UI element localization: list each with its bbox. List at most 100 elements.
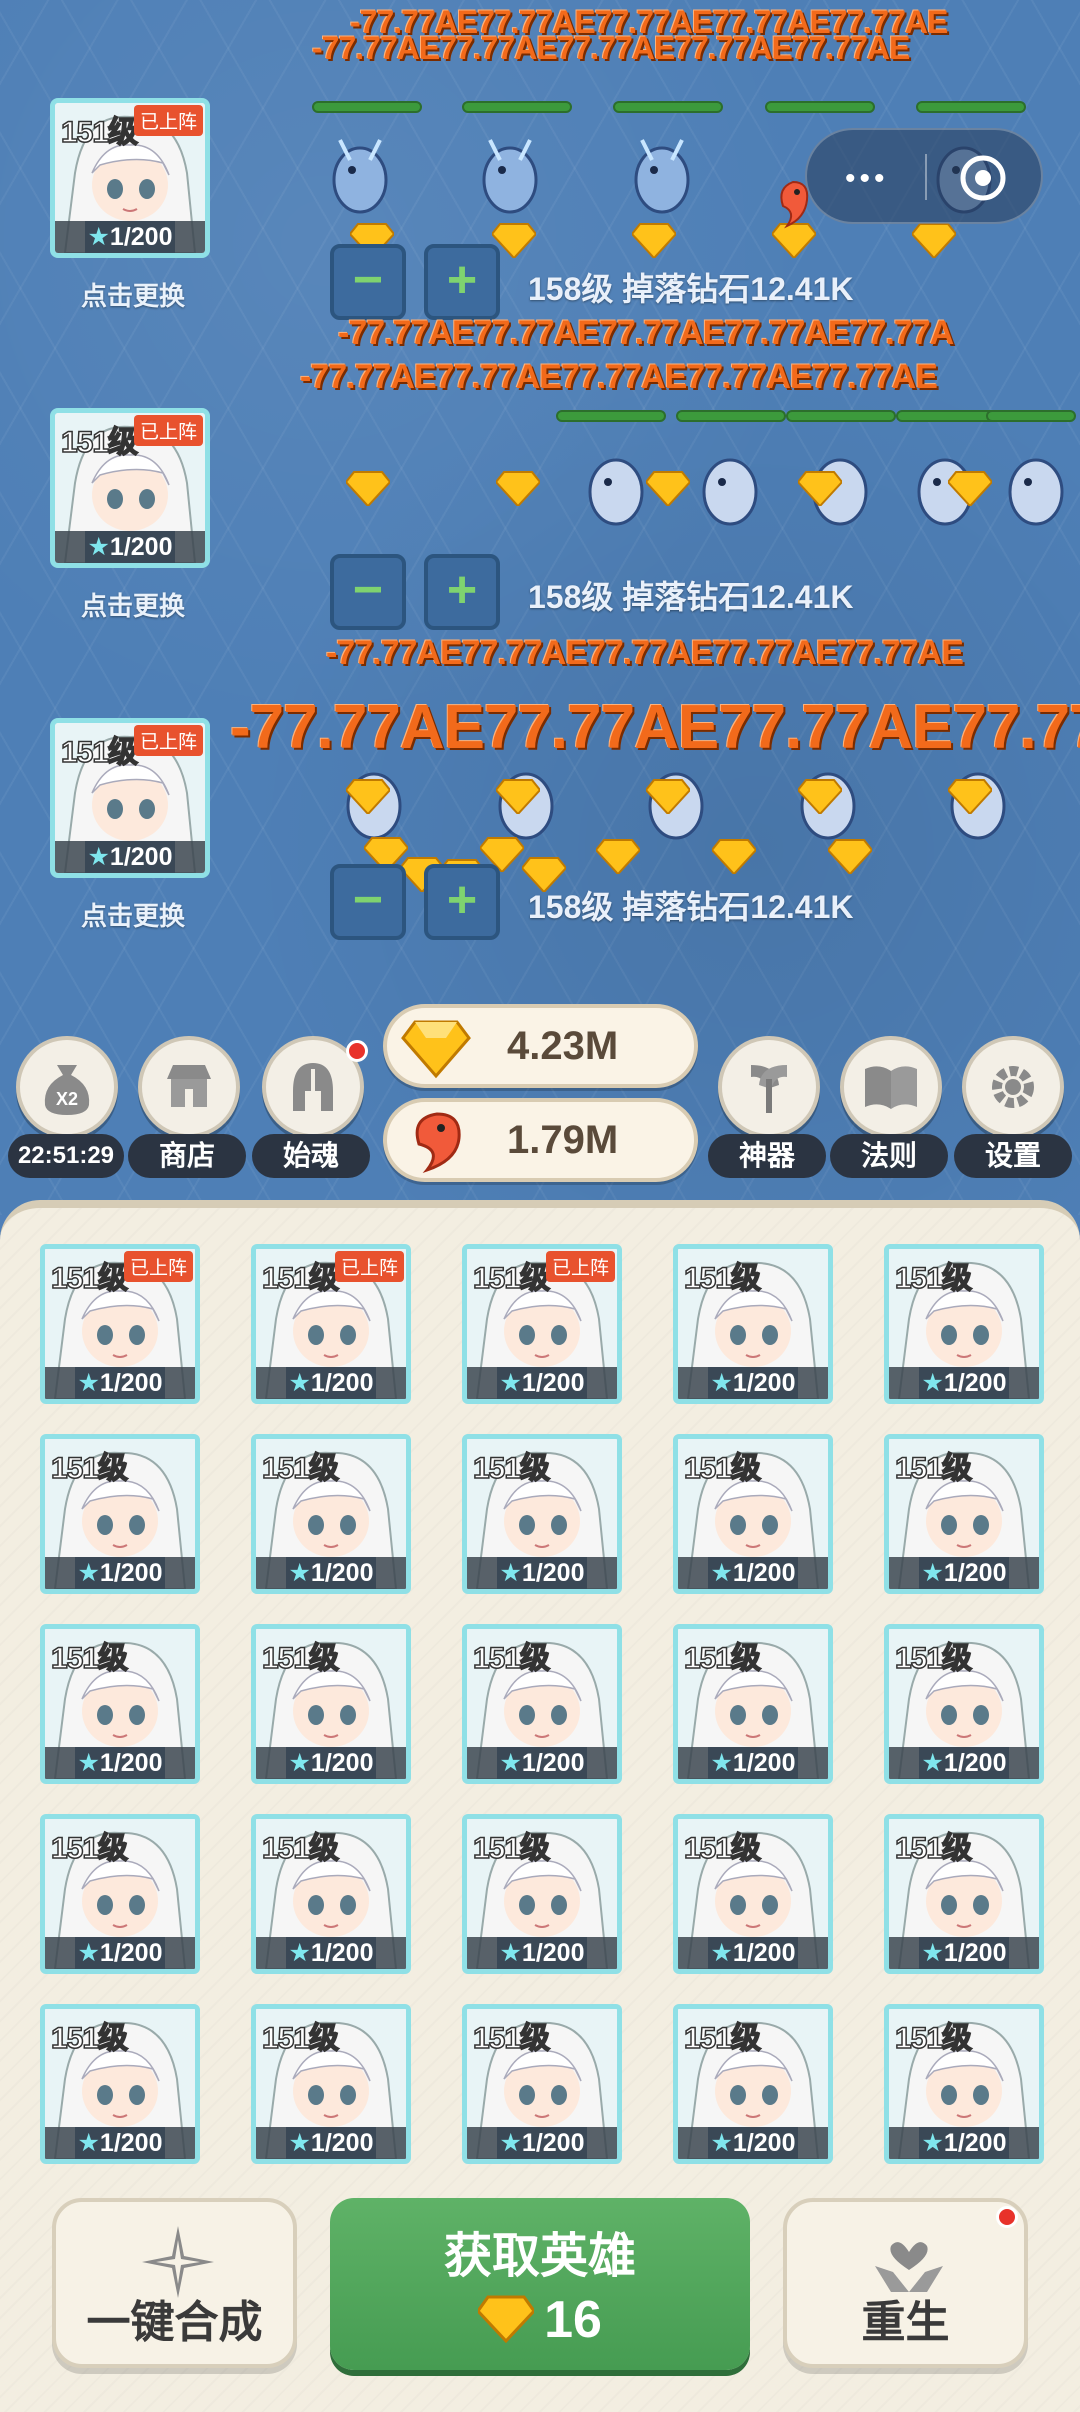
diamond-icon [346,779,390,814]
essence-amount: 1.79M [507,1118,619,1162]
hero-card[interactable]: 151级 ★1/200 [40,2004,200,2164]
hero-card[interactable]: 151级 ★1/200 [884,1434,1044,1594]
hero-level: 151级 [50,1831,129,1866]
artifact-button[interactable] [718,1036,820,1138]
money-bag-icon: X2 [44,1065,90,1115]
decrease-button[interactable]: − [330,554,406,630]
hero-count: ★1/200 [55,531,205,563]
hero-card[interactable]: 151级 ★1/200 [673,1624,833,1784]
star-icon: ★ [499,2129,522,2157]
hero-card[interactable]: 151级 ★1/200 [462,2004,622,2164]
hero-card[interactable]: 151级 ★1/200 [673,1244,833,1404]
hero-card[interactable]: 151级 ★1/200 [884,2004,1044,2164]
hero-card[interactable]: 151级 已上阵 ★1/200 [462,1244,622,1404]
hero-count: ★1/200 [55,221,205,253]
hero-card[interactable]: 151级 ★1/200 [673,2004,833,2164]
get-hero-button[interactable]: 获取英雄 16 [330,2198,750,2370]
hp-bar [786,410,896,422]
hero-card[interactable]: 151级 ★1/200 [884,1624,1044,1784]
hero-level: 151级 [261,1641,340,1676]
helmet-icon [293,1063,333,1111]
change-hero-label[interactable]: 点击更换 [38,276,228,313]
diamond-icon [496,471,540,506]
monster-icon [588,458,644,526]
timer-label: 22:51:29 [8,1134,124,1178]
hero-level: 151级 [683,1831,762,1866]
hero-slot[interactable]: 151级 已上阵 ★1/200 [50,408,210,568]
hero-card[interactable]: 151级 ★1/200 [40,1434,200,1594]
rules-button[interactable] [840,1036,942,1138]
hero-level: 151级 [894,1831,973,1866]
hero-card[interactable]: 151级 ★1/200 [884,1814,1044,1974]
menu-capsule[interactable]: ••• [805,128,1043,224]
close-target-icon[interactable] [957,152,1009,204]
essence-icon [415,1112,461,1174]
double-speed-button[interactable]: X2 [16,1036,118,1138]
increase-button[interactable]: + [424,244,500,320]
damage-text: -77.77AE77.77AE77.77AE77.77AE77.77AE [326,634,964,672]
hero-count: ★1/200 [45,1557,195,1589]
rebirth-button[interactable]: 重生 [783,2198,1028,2368]
lane-drop-info: 158级 掉落钻石12.41K [528,271,854,307]
hero-card[interactable]: 151级 已上阵 ★1/200 [40,1244,200,1404]
notification-dot [346,1040,368,1062]
hero-card[interactable]: 151级 ★1/200 [40,1814,200,1974]
diamond-icon [948,779,992,814]
decrease-button[interactable]: − [330,864,406,940]
auto-merge-button[interactable]: 一键合成 [52,2198,297,2368]
hero-card[interactable]: 151级 已上阵 ★1/200 [251,1244,411,1404]
divider [925,154,927,200]
hero-level: 151级 [50,2021,129,2056]
hero-count: ★1/200 [55,841,205,873]
change-hero-label[interactable]: 点击更换 [38,586,228,623]
star-icon: ★ [87,533,110,561]
hero-slot[interactable]: 151级 已上阵 ★1/200 [50,98,210,258]
star-icon: ★ [921,2129,944,2157]
star-icon: ★ [77,1749,100,1777]
monster-icon [1008,458,1064,526]
hero-level: 151级 [261,2021,340,2056]
change-hero-label[interactable]: 点击更换 [38,896,228,933]
shop-button[interactable] [138,1036,240,1138]
hero-card[interactable]: 151级 ★1/200 [673,1814,833,1974]
hero-card[interactable]: 151级 ★1/200 [462,1434,622,1594]
hero-level: 151级 [50,1641,129,1676]
settings-button[interactable] [962,1036,1064,1138]
hero-card[interactable]: 151级 ★1/200 [251,1434,411,1594]
decrease-button[interactable]: − [330,244,406,320]
increase-button[interactable]: + [424,864,500,940]
hero-count: ★1/200 [256,2127,406,2159]
hero-card[interactable]: 151级 ★1/200 [884,1244,1044,1404]
hero-count: ★1/200 [467,2127,617,2159]
hero-card[interactable]: 151级 ★1/200 [40,1624,200,1784]
more-icon[interactable]: ••• [845,162,889,196]
hero-card[interactable]: 151级 ★1/200 [462,1624,622,1784]
star-icon: ★ [77,1559,100,1587]
star-icon: ★ [921,1369,944,1397]
hero-level: 151级 [261,1451,340,1486]
increase-button[interactable]: + [424,554,500,630]
hero-card[interactable]: 151级 ★1/200 [462,1814,622,1974]
damage-text: -77.77AE77.77AE77.77AE77.77AE77.77AE [312,30,910,66]
monster-icon [634,139,690,214]
star-icon: ★ [288,1939,311,1967]
hero-level: 151级 [60,115,139,150]
diamond-icon [798,779,842,814]
star-icon: ★ [288,1749,311,1777]
hero-card[interactable]: 151级 ★1/200 [251,2004,411,2164]
diamond-icon [632,223,676,258]
hero-card[interactable]: 151级 ★1/200 [251,1624,411,1784]
hero-card[interactable]: 151级 ★1/200 [673,1434,833,1594]
hero-count: ★1/200 [889,1557,1039,1589]
deployed-badge: 已上阵 [133,725,203,756]
star-icon: ★ [710,1559,733,1587]
monster-icon [702,458,758,526]
hero-level: 151级 [894,1641,973,1676]
hero-count: ★1/200 [256,1747,406,1779]
hp-bar [986,410,1076,422]
hero-card[interactable]: 151级 ★1/200 [251,1814,411,1974]
hero-level: 151级 [472,1261,551,1296]
monster-icon [332,139,388,214]
hero-level: 151级 [60,735,139,770]
hero-slot[interactable]: 151级 已上阵 ★1/200 [50,718,210,878]
